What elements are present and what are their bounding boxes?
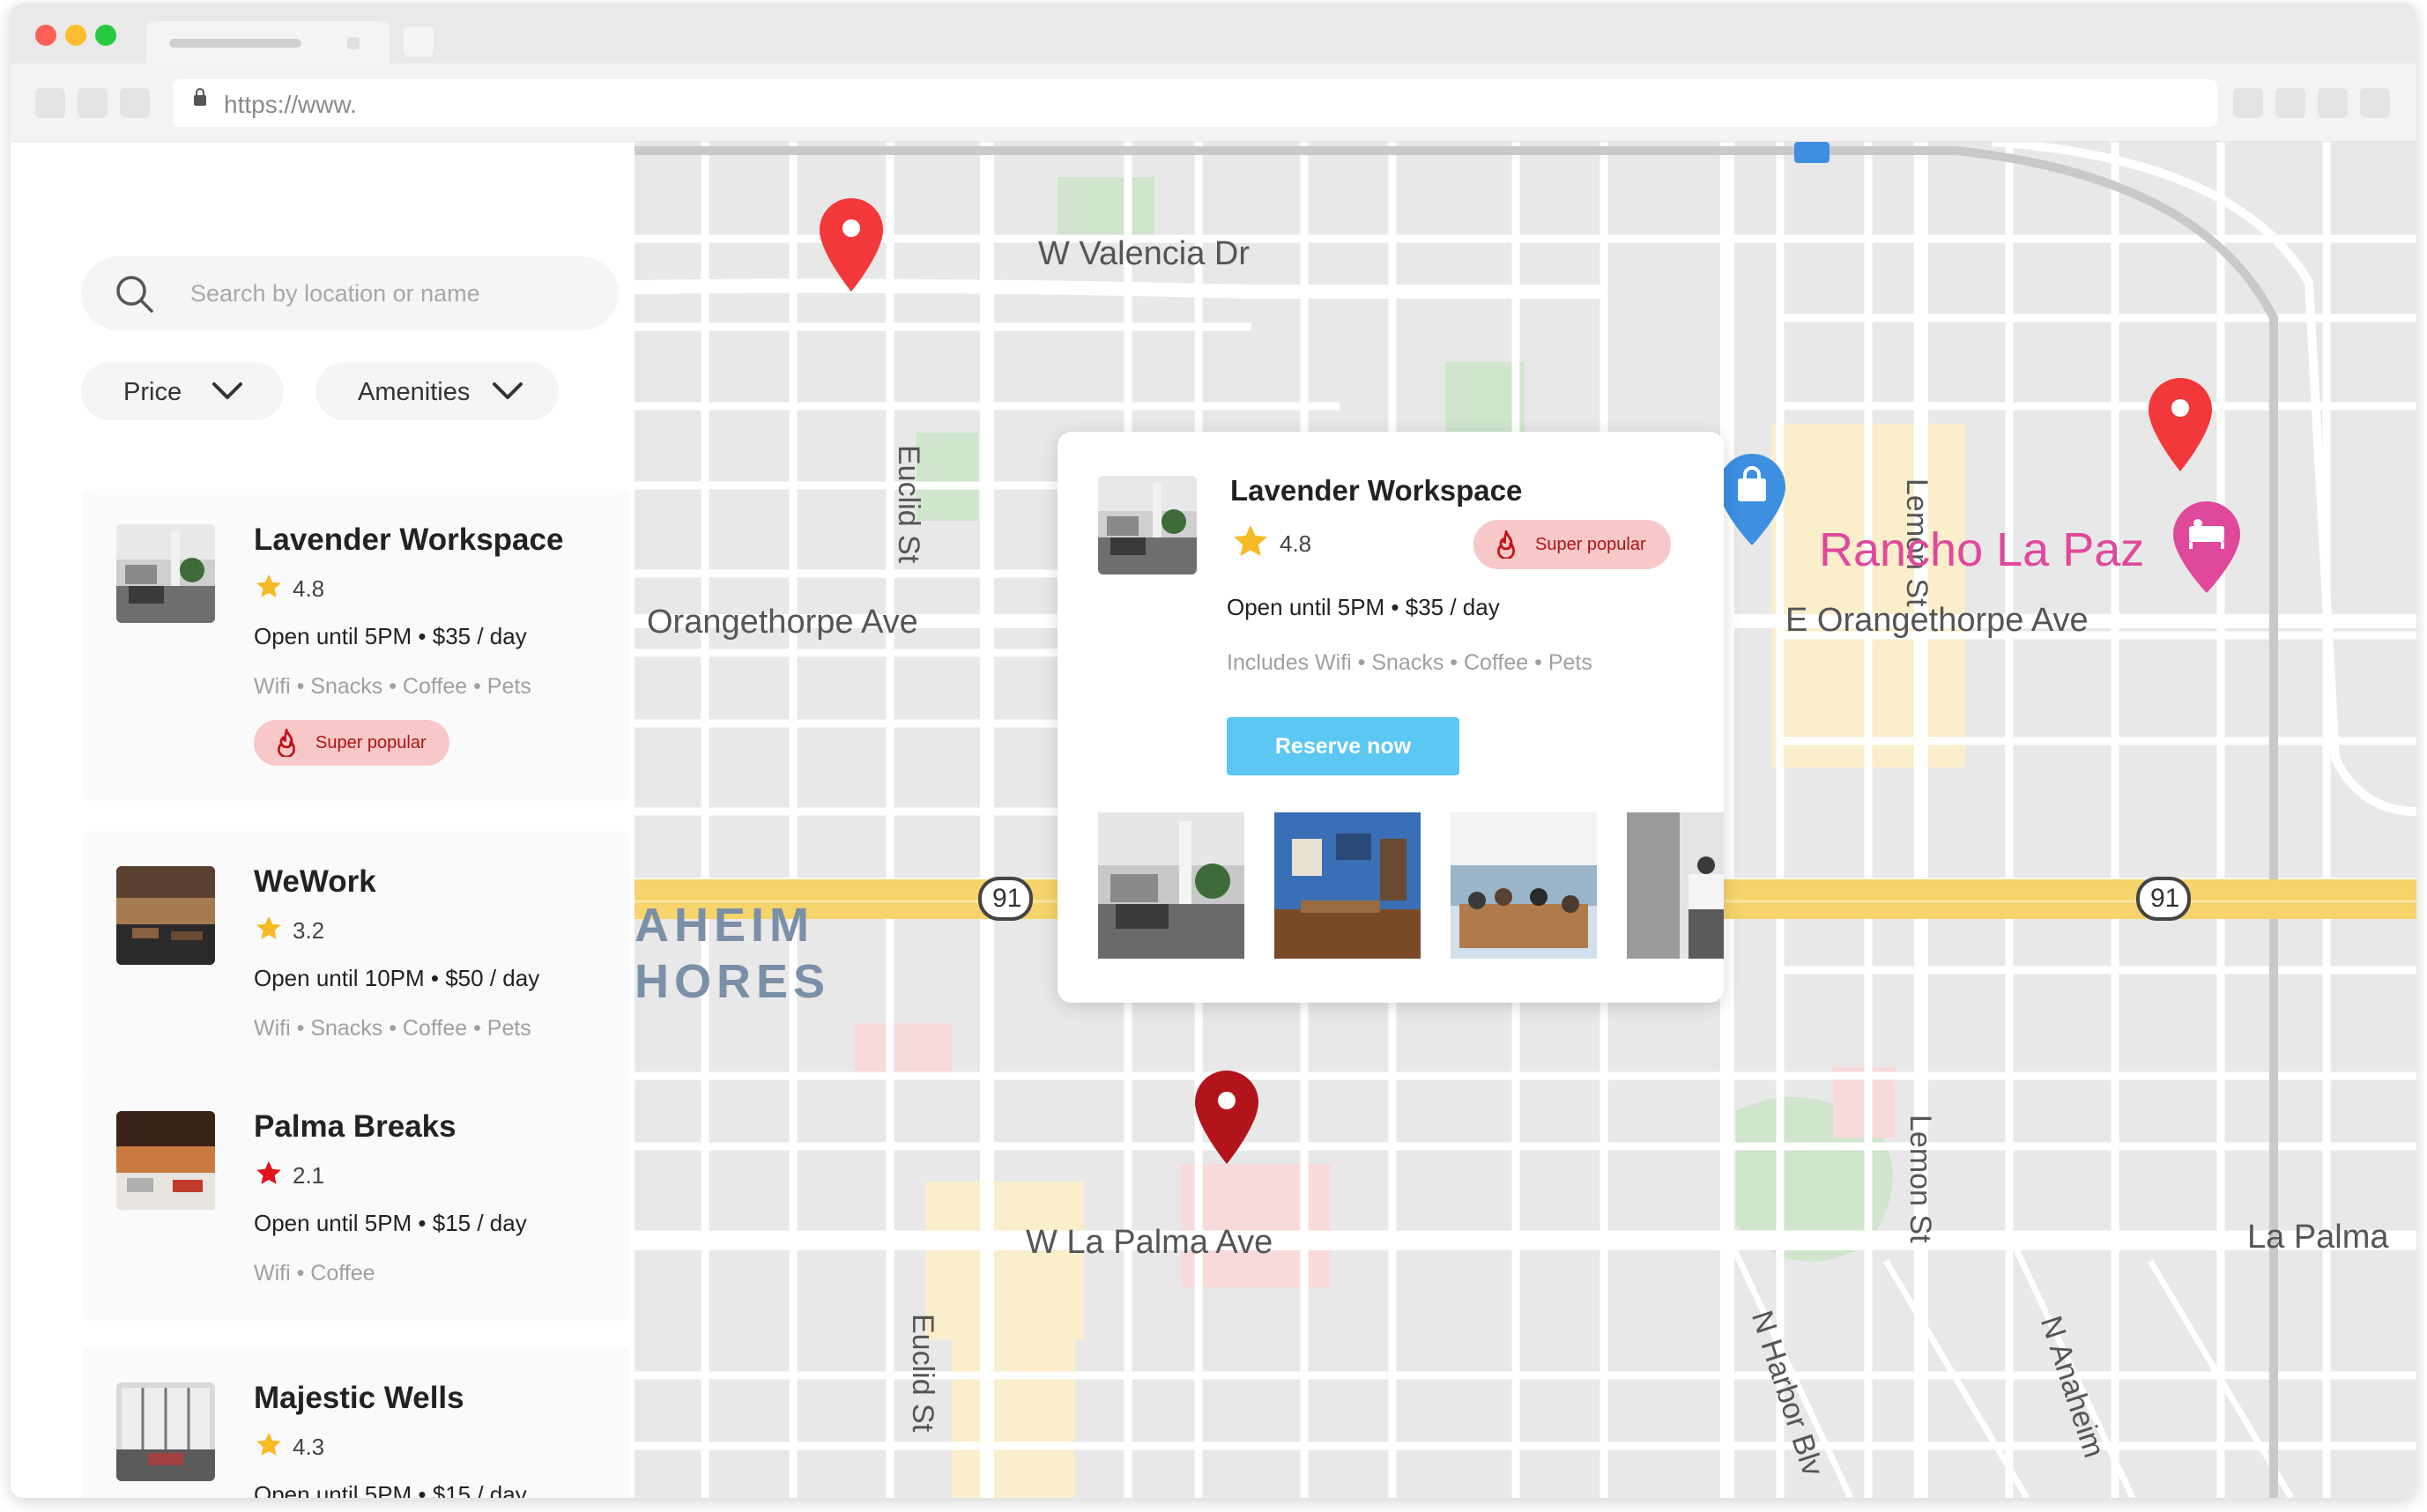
- map-pin[interactable]: [818, 196, 885, 293]
- super-popular-badge: Super popular: [254, 720, 449, 766]
- new-tab-button[interactable]: [404, 26, 434, 56]
- district-label: AHEIM: [635, 899, 814, 952]
- tab-title-placeholder: [169, 39, 301, 48]
- listing-hours-price: Open until 10PM • $50 / day: [254, 965, 540, 991]
- badge-label: Super popular: [315, 733, 427, 752]
- gallery-photo[interactable]: [1274, 812, 1421, 959]
- popup-listing-name: Lavender Workspace: [1230, 474, 1523, 507]
- listing-name: Lavender Workspace: [254, 523, 564, 557]
- rating-value: 3.2: [293, 917, 325, 944]
- district-label: HORES: [635, 955, 831, 1008]
- title-bar: [11, 4, 2416, 63]
- star-icon: [256, 915, 281, 939]
- price-filter-label: Price: [123, 378, 182, 406]
- results-sidebar: Search by location or name Price Ameniti…: [11, 142, 635, 1498]
- flame-icon: [1497, 530, 1515, 559]
- popup-amenities: Includes Wifi • Snacks • Coffee • Pets: [1227, 650, 1592, 675]
- browser-tab[interactable]: [146, 21, 390, 63]
- hotel-place-icon[interactable]: [2171, 500, 2242, 597]
- street-label: Euclid St: [906, 1314, 939, 1433]
- place-label: Rancho La Paz: [1819, 523, 2145, 576]
- search-icon: [116, 276, 153, 313]
- reload-button[interactable]: [120, 88, 150, 118]
- extension-button-2[interactable]: [2275, 88, 2305, 118]
- chevron-down-icon: [212, 382, 242, 399]
- highway-shield-label: 91: [992, 884, 1022, 913]
- forward-button[interactable]: [78, 88, 108, 118]
- browser-window: https://www. Search by location or name …: [11, 4, 2416, 1498]
- listing-card[interactable]: Palma Breaks 2.1 Open until 5PM • $15 / …: [81, 1076, 631, 1321]
- menu-button[interactable]: [2360, 88, 2390, 118]
- star-icon: [256, 1432, 281, 1456]
- street-label: La Palma: [2247, 1219, 2389, 1256]
- gallery-photo[interactable]: [1627, 812, 1724, 959]
- reserve-now-button[interactable]: Reserve now: [1227, 717, 1459, 775]
- tab-close-icon[interactable]: [347, 37, 360, 49]
- street-label: Euclid St: [892, 445, 925, 564]
- map-pin[interactable]: [2147, 376, 2214, 473]
- star-icon: [256, 574, 281, 597]
- listing-name: Palma Breaks: [254, 1109, 456, 1144]
- url-text: https://www.: [224, 91, 357, 118]
- listing-thumbnail: [116, 866, 215, 965]
- popup-hours-price: Open until 5PM • $35 / day: [1227, 594, 1500, 620]
- listing-name: WeWork: [254, 864, 376, 899]
- amenities-filter-label: Amenities: [358, 378, 471, 406]
- badge-label: Super popular: [1535, 535, 1646, 554]
- browser-toolbar: https://www.: [11, 63, 2416, 142]
- flame-icon: [278, 729, 295, 757]
- street-label: Lemon St: [1904, 1115, 1937, 1243]
- chevron-down-icon: [493, 382, 523, 399]
- super-popular-badge: Super popular: [1473, 520, 1671, 569]
- listing-amenities: Wifi • Coffee: [254, 1261, 375, 1286]
- listing-card[interactable]: Lavender Workspace 4.8 Open until 5PM • …: [81, 489, 631, 801]
- highway-shield-label: 91: [2150, 884, 2180, 913]
- maximize-window-button[interactable]: [95, 25, 116, 46]
- star-icon: [1234, 524, 1267, 557]
- rating-value: 4.8: [293, 575, 325, 602]
- listing-hours-price: Open until 5PM • $15 / day: [254, 1210, 527, 1236]
- address-bar[interactable]: https://www.: [173, 79, 2217, 127]
- listing-thumbnail: [116, 1111, 215, 1210]
- gallery-photo[interactable]: [1098, 812, 1244, 959]
- search-placeholder: Search by location or name: [190, 280, 480, 307]
- street-label: Orangethorpe Ave: [647, 604, 918, 641]
- listing-name: Majestic Wells: [254, 1381, 464, 1415]
- lock-icon: [194, 88, 206, 106]
- back-button[interactable]: [35, 88, 65, 118]
- listing-card[interactable]: WeWork 3.2 Open until 10PM • $50 / day W…: [81, 831, 631, 1078]
- listing-hours-price: Open until 5PM • $35 / day: [254, 623, 527, 649]
- amenities-filter-dropdown[interactable]: Amenities: [315, 362, 559, 420]
- listing-amenities: Wifi • Snacks • Coffee • Pets: [254, 1016, 531, 1041]
- rating-value: 4.3: [293, 1434, 325, 1460]
- listing-amenities: Wifi • Snacks • Coffee • Pets: [254, 674, 531, 699]
- price-filter-dropdown[interactable]: Price: [81, 362, 284, 420]
- map-pin-selected[interactable]: [1193, 1069, 1260, 1166]
- search-input[interactable]: Search by location or name: [81, 256, 619, 330]
- gallery-photo[interactable]: [1451, 812, 1597, 959]
- street-label: E Orangethorpe Ave: [1785, 602, 2089, 639]
- minimize-window-button[interactable]: [65, 25, 86, 46]
- star-icon: [256, 1160, 281, 1184]
- rating-value: 2.1: [293, 1162, 325, 1189]
- street-label: W La Palma Ave: [1026, 1224, 1273, 1261]
- shopping-place-icon[interactable]: [1717, 452, 1787, 549]
- photo-gallery: [1098, 812, 1724, 959]
- street-label: W Valencia Dr: [1038, 235, 1251, 272]
- rating-value: 4.8: [1280, 530, 1312, 557]
- listing-thumbnail: [116, 524, 215, 623]
- popup-thumbnail: [1098, 476, 1197, 574]
- extension-button-1[interactable]: [2233, 88, 2263, 118]
- listing-popup[interactable]: Lavender Workspace 4.8 Super popular Ope…: [1058, 432, 1724, 1003]
- listing-card[interactable]: Majestic Wells 4.3 Open until 5PM • $15 …: [81, 1347, 631, 1498]
- extension-button-3[interactable]: [2318, 88, 2348, 118]
- close-window-button[interactable]: [35, 25, 56, 46]
- listing-hours-price: Open until 5PM • $15 / day: [254, 1481, 527, 1498]
- listing-thumbnail: [116, 1382, 215, 1481]
